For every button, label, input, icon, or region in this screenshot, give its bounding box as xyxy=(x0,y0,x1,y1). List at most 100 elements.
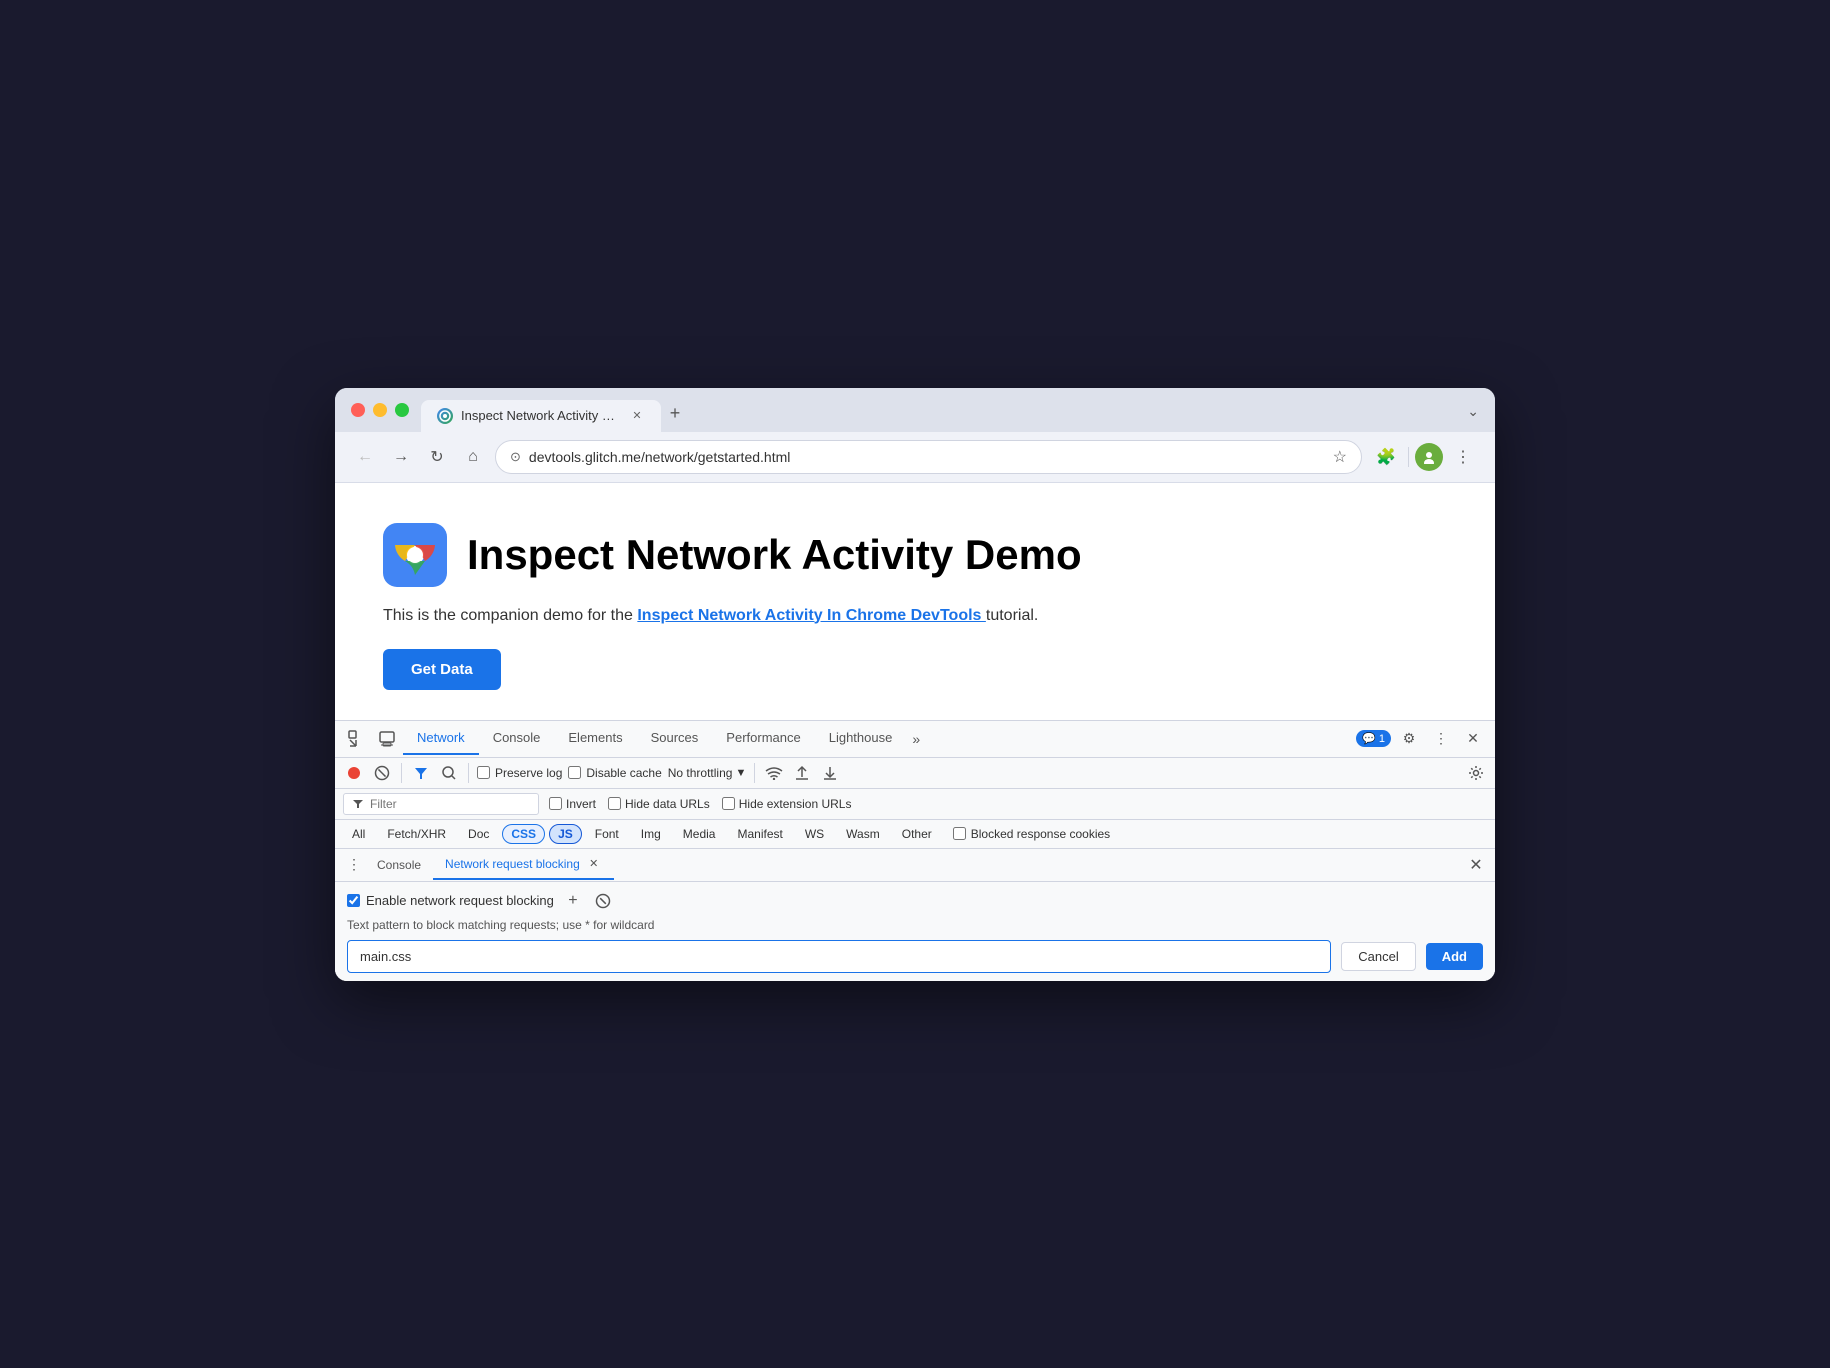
clear-button[interactable] xyxy=(371,762,393,784)
preserve-log-checkbox-group[interactable]: Preserve log xyxy=(477,766,562,780)
disable-cache-checkbox[interactable] xyxy=(568,766,581,779)
disable-cache-checkbox-group[interactable]: Disable cache xyxy=(568,766,661,780)
tab-dropdown-button[interactable]: ⌄ xyxy=(1467,403,1479,420)
type-filter-font[interactable]: Font xyxy=(586,824,628,844)
type-filter-img[interactable]: Img xyxy=(632,824,670,844)
panel-menu-button[interactable]: ⋮ xyxy=(343,849,365,881)
throttle-label: No throttling xyxy=(668,766,733,780)
bottom-panel-close-button[interactable]: ✕ xyxy=(1465,849,1487,881)
active-tab[interactable]: Inspect Network Activity Dem ✕ xyxy=(421,400,661,432)
address-url: devtools.glitch.me/network/getstarted.ht… xyxy=(529,449,1325,465)
tab-title: Inspect Network Activity Dem xyxy=(461,408,621,423)
toolbar-separator-3 xyxy=(754,763,755,783)
throttle-arrow-icon[interactable]: ▼ xyxy=(735,767,746,779)
blocked-cookies-text: Blocked response cookies xyxy=(971,827,1110,841)
forward-button[interactable]: → xyxy=(387,443,415,471)
tab-network[interactable]: Network xyxy=(403,722,479,755)
new-tab-button[interactable]: + xyxy=(661,400,689,428)
browser-window: Inspect Network Activity Dem ✕ + ⌄ ← → ↻… xyxy=(335,388,1495,981)
hide-data-urls-checkbox[interactable] xyxy=(608,797,621,810)
type-filter-other[interactable]: Other xyxy=(893,824,941,844)
disable-cache-label: Disable cache xyxy=(586,766,661,780)
tab-close-button[interactable]: ✕ xyxy=(629,408,645,424)
device-toolbar-button[interactable] xyxy=(373,721,401,757)
nrb-add-pattern-button[interactable]: + xyxy=(562,890,584,912)
nrb-clear-button[interactable] xyxy=(592,890,614,912)
blocked-cookies-label[interactable]: Blocked response cookies xyxy=(953,827,1110,841)
address-bar[interactable]: ⊙ devtools.glitch.me/network/getstarted.… xyxy=(495,440,1362,474)
type-filter-fetchxhr[interactable]: Fetch/XHR xyxy=(378,824,455,844)
refresh-button[interactable]: ↻ xyxy=(423,443,451,471)
tab-elements[interactable]: Elements xyxy=(554,722,636,755)
more-tabs-button[interactable]: » xyxy=(906,723,926,755)
panel-tab-console[interactable]: Console xyxy=(365,852,433,878)
type-filter-js[interactable]: JS xyxy=(549,824,582,844)
devtools-toolbar: Network Console Elements Sources Perform… xyxy=(335,721,1495,758)
hide-data-urls-text: Hide data URLs xyxy=(625,797,710,811)
nrb-panel: Enable network request blocking + Text p… xyxy=(335,882,1495,981)
upload-icon xyxy=(791,762,813,784)
type-filter-media[interactable]: Media xyxy=(674,824,725,844)
page-content: Inspect Network Activity Demo This is th… xyxy=(335,483,1495,720)
invert-checkbox[interactable] xyxy=(549,797,562,810)
profile-button[interactable] xyxy=(1415,443,1443,471)
menu-button[interactable]: ⋮ xyxy=(1447,441,1479,473)
devtools-settings-button[interactable]: ⚙ xyxy=(1395,721,1423,757)
record-button[interactable] xyxy=(343,762,365,784)
toolbar-separator-1 xyxy=(401,763,402,783)
nrb-tab-close-button[interactable]: ✕ xyxy=(586,856,602,872)
close-traffic-light[interactable] xyxy=(351,403,365,417)
page-description: This is the companion demo for the Inspe… xyxy=(383,607,1447,625)
type-filter-wasm[interactable]: Wasm xyxy=(837,824,889,844)
console-badge[interactable]: 💬 1 xyxy=(1356,730,1391,747)
page-header: Inspect Network Activity Demo xyxy=(383,523,1447,587)
extensions-button[interactable]: 🧩 xyxy=(1370,441,1402,473)
enable-nrb-checkbox-group[interactable]: Enable network request blocking xyxy=(347,893,554,908)
type-filter-css[interactable]: CSS xyxy=(502,824,545,844)
filter-options: Invert Hide data URLs Hide extension URL… xyxy=(549,797,851,811)
filter-bar: Invert Hide data URLs Hide extension URL… xyxy=(335,789,1495,820)
network-settings-button[interactable] xyxy=(1465,762,1487,784)
maximize-traffic-light[interactable] xyxy=(395,403,409,417)
description-suffix-text: tutorial. xyxy=(986,607,1038,624)
hide-ext-urls-label[interactable]: Hide extension URLs xyxy=(722,797,852,811)
invert-label[interactable]: Invert xyxy=(549,797,596,811)
tab-lighthouse[interactable]: Lighthouse xyxy=(815,722,907,755)
type-filter-doc[interactable]: Doc xyxy=(459,824,498,844)
nrb-cancel-button[interactable]: Cancel xyxy=(1341,942,1415,971)
type-filter-ws[interactable]: WS xyxy=(796,824,833,844)
devtools-close-button[interactable]: ✕ xyxy=(1459,721,1487,757)
filter-input[interactable] xyxy=(370,797,530,811)
panel-tab-nrb[interactable]: Network request blocking ✕ xyxy=(433,850,614,880)
badge-count: 1 xyxy=(1379,733,1385,745)
invert-text: Invert xyxy=(566,797,596,811)
enable-nrb-label: Enable network request blocking xyxy=(366,893,554,908)
bookmark-icon[interactable]: ☆ xyxy=(1333,447,1347,467)
minimize-traffic-light[interactable] xyxy=(373,403,387,417)
nrb-add-button[interactable]: Add xyxy=(1426,943,1483,970)
back-button[interactable]: ← xyxy=(351,443,379,471)
type-filter-all[interactable]: All xyxy=(343,824,374,844)
description-prefix-text: This is the companion demo for the xyxy=(383,607,637,624)
tab-console[interactable]: Console xyxy=(479,722,555,755)
badge-icon: 💬 xyxy=(1362,732,1376,745)
home-button[interactable]: ⌂ xyxy=(459,443,487,471)
preserve-log-checkbox[interactable] xyxy=(477,766,490,779)
tutorial-link[interactable]: Inspect Network Activity In Chrome DevTo… xyxy=(637,607,986,624)
page-title: Inspect Network Activity Demo xyxy=(467,531,1082,579)
hide-data-urls-label[interactable]: Hide data URLs xyxy=(608,797,710,811)
blocked-cookies-checkbox[interactable] xyxy=(953,827,966,840)
type-filter-manifest[interactable]: Manifest xyxy=(728,824,791,844)
enable-nrb-checkbox[interactable] xyxy=(347,894,360,907)
search-button[interactable] xyxy=(438,762,460,784)
inspect-element-button[interactable] xyxy=(343,721,371,757)
tab-sources[interactable]: Sources xyxy=(637,722,713,755)
hide-ext-urls-checkbox[interactable] xyxy=(722,797,735,810)
devtools-more-button[interactable]: ⋮ xyxy=(1427,721,1455,757)
tab-performance[interactable]: Performance xyxy=(712,722,814,755)
get-data-button[interactable]: Get Data xyxy=(383,649,501,690)
preserve-log-label: Preserve log xyxy=(495,766,562,780)
filter-toggle-button[interactable] xyxy=(410,762,432,784)
nrb-pattern-input[interactable] xyxy=(347,940,1331,973)
filter-input-group[interactable] xyxy=(343,793,539,815)
